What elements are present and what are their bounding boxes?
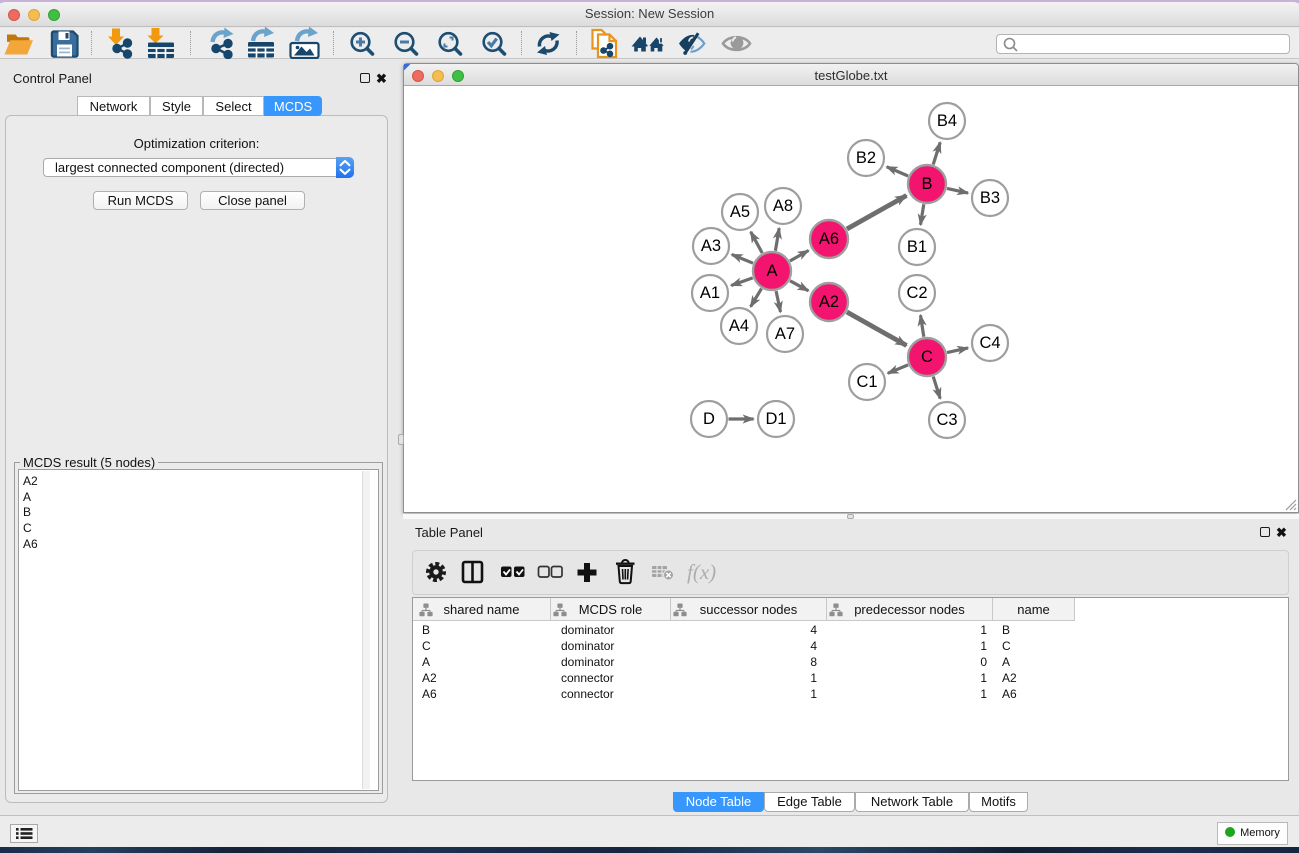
svg-text:B2: B2 <box>856 149 876 167</box>
svg-text:A3: A3 <box>701 237 721 255</box>
svg-text:B4: B4 <box>937 112 957 130</box>
svg-text:C3: C3 <box>936 411 957 429</box>
svg-text:A4: A4 <box>729 317 749 335</box>
svg-text:D1: D1 <box>765 410 786 428</box>
svg-text:C: C <box>921 348 933 366</box>
svg-text:B1: B1 <box>907 238 927 256</box>
svg-text:C4: C4 <box>979 334 1000 352</box>
svg-text:D: D <box>703 410 715 428</box>
svg-text:A: A <box>766 262 777 280</box>
svg-text:B: B <box>921 175 932 193</box>
svg-text:f(x): f(x) <box>687 560 716 584</box>
svg-text:A8: A8 <box>773 197 793 215</box>
svg-text:B3: B3 <box>980 189 1000 207</box>
svg-text:A5: A5 <box>730 203 750 221</box>
svg-text:C2: C2 <box>906 284 927 302</box>
svg-text:A2: A2 <box>819 293 839 311</box>
svg-text:C1: C1 <box>856 373 877 391</box>
svg-text:A6: A6 <box>819 230 839 248</box>
svg-text:A7: A7 <box>775 325 795 343</box>
svg-text:A1: A1 <box>700 284 720 302</box>
